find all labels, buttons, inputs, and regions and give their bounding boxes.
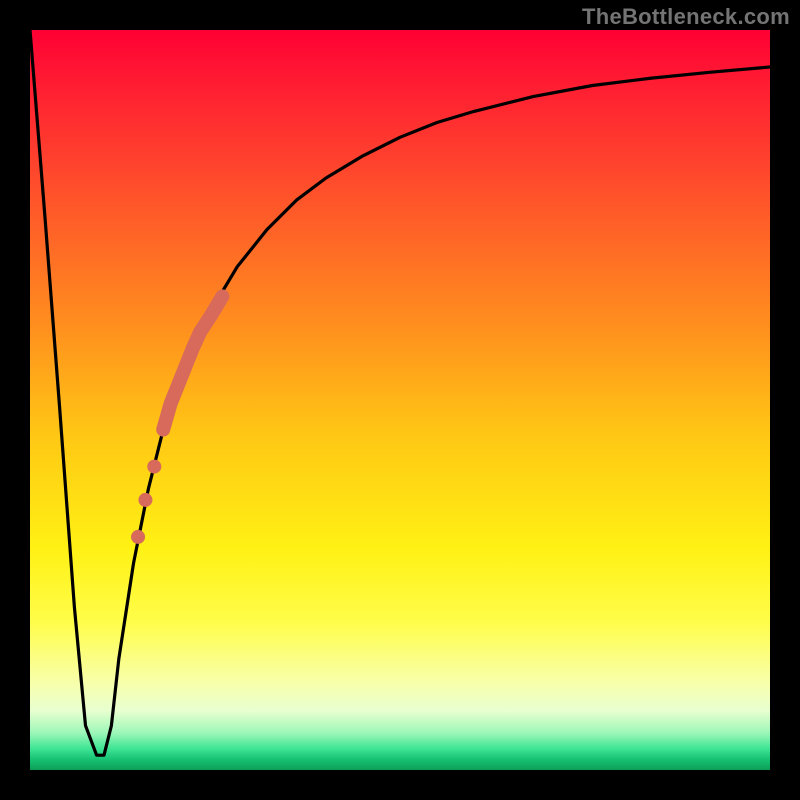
plot-area — [30, 30, 770, 770]
watermark-label: TheBottleneck.com — [582, 4, 790, 30]
chart-frame: TheBottleneck.com — [0, 0, 800, 800]
highlight-overlay — [30, 30, 770, 770]
